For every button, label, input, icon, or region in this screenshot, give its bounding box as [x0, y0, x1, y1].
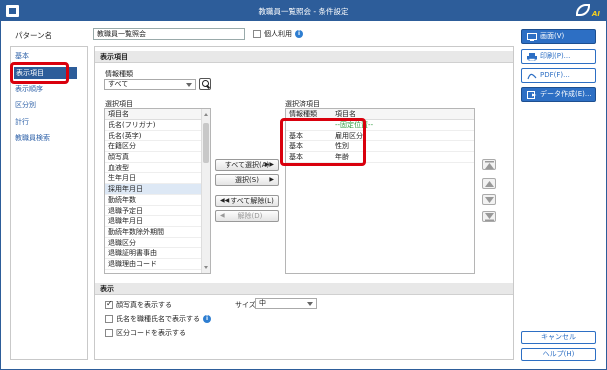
- pattern-name-input[interactable]: 教職員一覧照会: [93, 28, 245, 40]
- show-photo-label: 顔写真を表示する: [116, 301, 172, 309]
- pdf-button[interactable]: PDF(F)...: [521, 68, 596, 83]
- sidebar-item-basic[interactable]: 基本: [15, 51, 29, 61]
- personal-use-option[interactable]: 個人利用 i: [253, 29, 303, 39]
- list-item[interactable]: 退職証明書事由: [105, 248, 210, 259]
- show-job-title-option[interactable]: 氏名を職種氏名で表示する i: [105, 314, 211, 324]
- screen-label: 画面(V): [540, 32, 565, 40]
- cancel-button[interactable]: キャンセル: [521, 331, 596, 344]
- info-type-select[interactable]: すべて: [104, 79, 196, 90]
- show-photo-checkbox[interactable]: [105, 299, 113, 309]
- chevron-down-icon: [186, 83, 192, 87]
- export-icon: [527, 91, 537, 99]
- deselect-button[interactable]: ◀ 解除(D): [215, 210, 279, 222]
- move-down-icon[interactable]: [482, 194, 496, 205]
- data-create-label: データ作成(E)...: [540, 90, 592, 98]
- display-header: 表示: [95, 283, 513, 295]
- display-items-header: 表示項目: [95, 51, 513, 63]
- show-photo-option[interactable]: 顔写真を表示する: [105, 299, 172, 310]
- deselect-label: 解除(D): [237, 212, 263, 220]
- sidebar-item-display-order[interactable]: 表示順序: [15, 84, 43, 94]
- select-all-label: すべて選択(A): [224, 161, 270, 169]
- title-bar: 教職員一覧照会 - 条件設定 AI: [1, 1, 606, 21]
- move-top-icon[interactable]: [482, 159, 496, 170]
- leaf-icon: [576, 4, 590, 16]
- list-item-selected[interactable]: 採用年月日: [105, 184, 210, 195]
- select-all-button[interactable]: すべて選択(A) ▶▶: [215, 159, 279, 171]
- select-items-header: 項目名: [105, 109, 210, 120]
- info-type-label: 情報種類: [105, 70, 133, 78]
- personal-use-checkbox[interactable]: [253, 30, 261, 38]
- sidebar: 基本 表示項目 表示順序 区分別 計行 教職員検索: [10, 46, 88, 360]
- list-item[interactable]: 氏名(フリガナ): [105, 120, 210, 131]
- size-select[interactable]: 中: [255, 298, 317, 309]
- select-button[interactable]: 選択(S) ▶: [215, 174, 279, 186]
- move-up-icon[interactable]: [482, 178, 496, 189]
- left-arrow-icon: ◀: [220, 212, 225, 219]
- size-label: サイズ: [235, 301, 256, 309]
- highlight-box-sidebar: [10, 62, 69, 84]
- pdf-label: PDF(F)...: [540, 71, 570, 79]
- list-item[interactable]: 退職区分: [105, 238, 210, 249]
- data-create-button[interactable]: データ作成(E)...: [521, 87, 596, 102]
- select-items-list[interactable]: 項目名 氏名(フリガナ) 氏名(英字) 在籍区分 顔写真 血液型 生年月日 採用…: [104, 108, 211, 274]
- info-icon[interactable]: i: [203, 315, 211, 323]
- list-item[interactable]: 勤続年数除外期間: [105, 227, 210, 238]
- print-button[interactable]: 印刷(P)...: [521, 49, 596, 64]
- list-item[interactable]: 退職予定日: [105, 206, 210, 217]
- deselect-all-button[interactable]: ◀◀ すべて解除(L): [215, 195, 279, 207]
- pdf-icon: [527, 73, 537, 80]
- show-code-option[interactable]: 区分コードを表示する: [105, 328, 186, 338]
- select-label: 選択(S): [235, 176, 259, 184]
- printer-icon: [527, 53, 537, 61]
- personal-use-label: 個人利用: [264, 30, 292, 38]
- scroll-thumb[interactable]: [203, 123, 209, 163]
- search-icon[interactable]: [199, 78, 211, 90]
- sidebar-item-total-row[interactable]: 計行: [15, 117, 29, 127]
- list-item[interactable]: 生年月日: [105, 173, 210, 185]
- screen-button[interactable]: 画面(V): [521, 29, 596, 44]
- pattern-name-label: パターン名: [15, 31, 53, 40]
- dialog-window: 教職員一覧照会 - 条件設定 AI パターン名 教職員一覧照会 個人利用 i 基…: [0, 0, 607, 370]
- double-left-arrow-icon: ◀◀: [220, 197, 230, 204]
- print-label: 印刷(P)...: [540, 52, 571, 60]
- show-code-label: 区分コードを表示する: [116, 329, 186, 337]
- chevron-down-icon: [307, 302, 313, 306]
- show-code-checkbox[interactable]: [105, 329, 113, 337]
- select-items-scrollbar[interactable]: [201, 109, 210, 273]
- list-item[interactable]: 氏名(英字): [105, 131, 210, 142]
- highlight-box-chosen: [280, 118, 366, 166]
- list-item[interactable]: 退職理由コード: [105, 259, 210, 270]
- brand-logo: AI: [576, 4, 600, 18]
- help-button[interactable]: ヘルプ(H): [521, 348, 596, 361]
- show-job-title-checkbox[interactable]: [105, 315, 113, 323]
- brand-text: AI: [591, 10, 600, 18]
- list-item[interactable]: 顔写真: [105, 152, 210, 163]
- show-job-title-label: 氏名を職種氏名で表示する: [116, 315, 200, 323]
- screen-icon: [527, 33, 537, 41]
- main-panel: 表示項目 情報種類 すべて 選択項目 項目名 氏名(フリガナ) 氏名(英字) 在…: [94, 46, 514, 360]
- double-right-arrow-icon: ▶▶: [264, 161, 274, 168]
- move-bottom-icon[interactable]: [482, 211, 496, 222]
- sidebar-item-by-category[interactable]: 区分別: [15, 100, 36, 110]
- size-value: 中: [259, 299, 266, 307]
- sidebar-item-staff-search[interactable]: 教職員検索: [15, 133, 50, 143]
- right-arrow-icon: ▶: [269, 176, 274, 183]
- list-item[interactable]: 血液型: [105, 163, 210, 174]
- scroll-down-icon[interactable]: [204, 266, 208, 269]
- info-type-value: すべて: [108, 80, 129, 88]
- list-item[interactable]: 勤続年数: [105, 195, 210, 206]
- info-icon[interactable]: i: [295, 30, 303, 38]
- scroll-up-icon[interactable]: [204, 113, 208, 116]
- window-title: 教職員一覧照会 - 条件設定: [258, 7, 349, 16]
- list-item[interactable]: 退職年月日: [105, 216, 210, 227]
- list-item[interactable]: 在籍区分: [105, 141, 210, 153]
